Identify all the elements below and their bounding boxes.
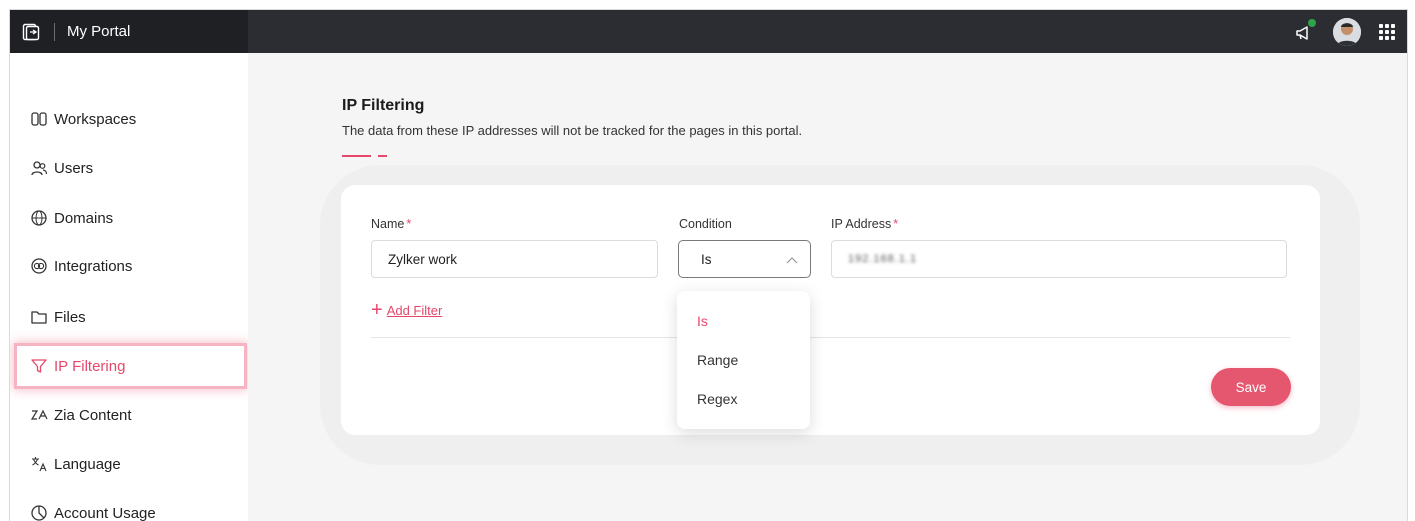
sidebar-item-workspaces[interactable]: Workspaces (17, 99, 244, 139)
sidebar-item-label: IP Filtering (54, 358, 125, 375)
required-mark: * (893, 217, 898, 231)
sidebar-item-files[interactable]: Files (17, 297, 244, 337)
plus-icon: + (371, 300, 383, 320)
portal-header: My Portal (10, 10, 248, 53)
notification-dot (1308, 19, 1316, 27)
sidebar-item-users[interactable]: Users (17, 148, 244, 188)
name-input[interactable]: Zylker work (371, 240, 658, 278)
portal-name[interactable]: My Portal (67, 23, 130, 40)
condition-select-value: Is (701, 252, 712, 267)
sidebar-item-ip-filtering[interactable]: IP Filtering (17, 346, 244, 386)
condition-dropdown-menu: Is Range Regex (677, 291, 810, 429)
sidebar-item-label: Language (54, 456, 121, 473)
chevron-up-icon (786, 252, 798, 267)
topbar-actions (1293, 10, 1395, 53)
ip-filter-card: Name* Zylker work Condition Is IP Addres… (341, 185, 1320, 435)
name-input-value: Zylker work (388, 252, 457, 267)
zia-icon (30, 406, 48, 424)
users-icon (30, 159, 48, 177)
language-icon (30, 455, 48, 473)
add-filter-label: Add Filter (387, 303, 443, 318)
condition-select[interactable]: Is (678, 240, 811, 278)
user-avatar[interactable] (1333, 18, 1361, 46)
sidebar-item-label: Account Usage (54, 505, 156, 521)
ip-address-value: 192.168.1.1 (848, 253, 917, 265)
dropdown-option-range[interactable]: Range (697, 352, 738, 368)
main-content: IP Filtering The data from these IP addr… (248, 53, 1407, 521)
app-window: My Portal Workspaces Use (9, 9, 1408, 521)
portal-logo-icon[interactable] (22, 23, 40, 41)
page-description: The data from these IP addresses will no… (342, 123, 802, 138)
step-indicator-active (342, 155, 371, 157)
dropdown-option-is[interactable]: Is (697, 313, 708, 329)
pie-chart-icon (30, 504, 48, 521)
save-button[interactable]: Save (1211, 368, 1291, 406)
top-bar: My Portal (10, 10, 1407, 53)
sidebar-item-label: Users (54, 160, 93, 177)
card-divider (371, 337, 1290, 338)
ip-address-input[interactable]: 192.168.1.1 (831, 240, 1287, 278)
apps-grid-icon[interactable] (1379, 24, 1395, 40)
required-mark: * (406, 217, 411, 231)
integrations-icon (30, 257, 48, 275)
filter-icon (30, 357, 48, 375)
folder-icon (30, 308, 48, 326)
sidebar-item-label: Integrations (54, 258, 132, 275)
step-indicator (378, 155, 387, 157)
sidebar-item-account-usage[interactable]: Account Usage (17, 493, 244, 521)
condition-label: Condition (679, 217, 732, 231)
sidebar-item-label: Files (54, 309, 86, 326)
sidebar-item-label: Zia Content (54, 407, 132, 424)
header-separator (54, 23, 55, 41)
sidebar-item-zia-content[interactable]: Zia Content (17, 395, 244, 435)
sidebar-item-label: Workspaces (54, 111, 136, 128)
sidebar: Workspaces Users Domains Integrations Fi… (10, 53, 248, 521)
domains-icon (30, 209, 48, 227)
sidebar-item-domains[interactable]: Domains (17, 198, 244, 238)
ip-address-label: IP Address* (831, 217, 898, 231)
dropdown-option-regex[interactable]: Regex (697, 391, 737, 407)
announcement-icon[interactable] (1293, 21, 1315, 43)
sidebar-item-integrations[interactable]: Integrations (17, 246, 244, 286)
page-title: IP Filtering (342, 97, 424, 115)
sidebar-item-language[interactable]: Language (17, 444, 244, 484)
name-label: Name* (371, 217, 411, 231)
workspaces-icon (30, 110, 48, 128)
sidebar-item-label: Domains (54, 210, 113, 227)
add-filter-link[interactable]: + Add Filter (371, 300, 442, 320)
